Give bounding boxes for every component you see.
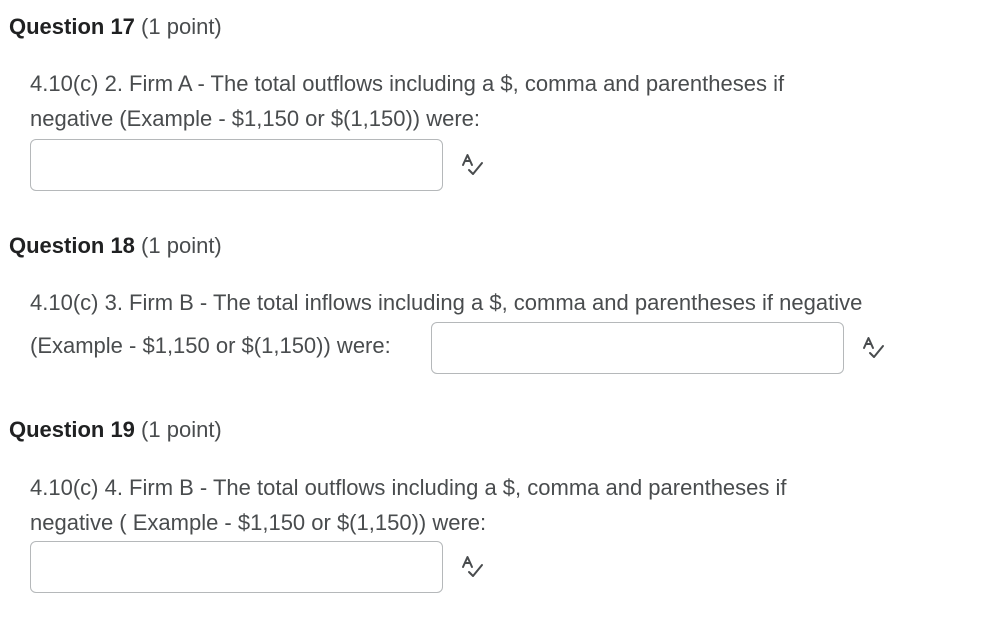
question-18-points: (1 point) (141, 233, 222, 258)
question-19-points: (1 point) (141, 417, 222, 442)
question-18-text-line-2: (Example - $1,150 or $(1,150)) were: (30, 333, 391, 358)
question-19-answer-input[interactable] (30, 541, 443, 593)
question-17-text-line-2: negative (Example - $1,150 or $(1,150)) … (30, 106, 481, 131)
question-17-text-line-1: 4.10(c) 2. Firm A - The total outflows i… (30, 71, 785, 96)
question-17-header: Question 17 (1 point) (9, 14, 222, 40)
question-17-answer-input[interactable] (30, 139, 443, 191)
question-18-text-line-1: 4.10(c) 3. Firm B - The total inflows in… (30, 290, 863, 315)
question-17-title: Question 17 (9, 14, 135, 39)
question-19-header: Question 19 (1 point) (9, 417, 222, 443)
spellcheck-icon[interactable] (460, 555, 484, 579)
question-18-header: Question 18 (1 point) (9, 233, 222, 259)
question-17-points: (1 point) (141, 14, 222, 39)
spellcheck-icon[interactable] (861, 336, 885, 360)
question-19-text-line-2: negative ( Example - $1,150 or $(1,150))… (30, 510, 487, 535)
spellcheck-icon[interactable] (460, 153, 484, 177)
quiz-page: Question 17 (1 point) 4.10(c) 2. Firm A … (0, 0, 1000, 628)
question-18-answer-input[interactable] (431, 322, 844, 374)
question-19-title: Question 19 (9, 417, 135, 442)
question-18-title: Question 18 (9, 233, 135, 258)
question-19-text-line-1: 4.10(c) 4. Firm B - The total outflows i… (30, 475, 787, 500)
